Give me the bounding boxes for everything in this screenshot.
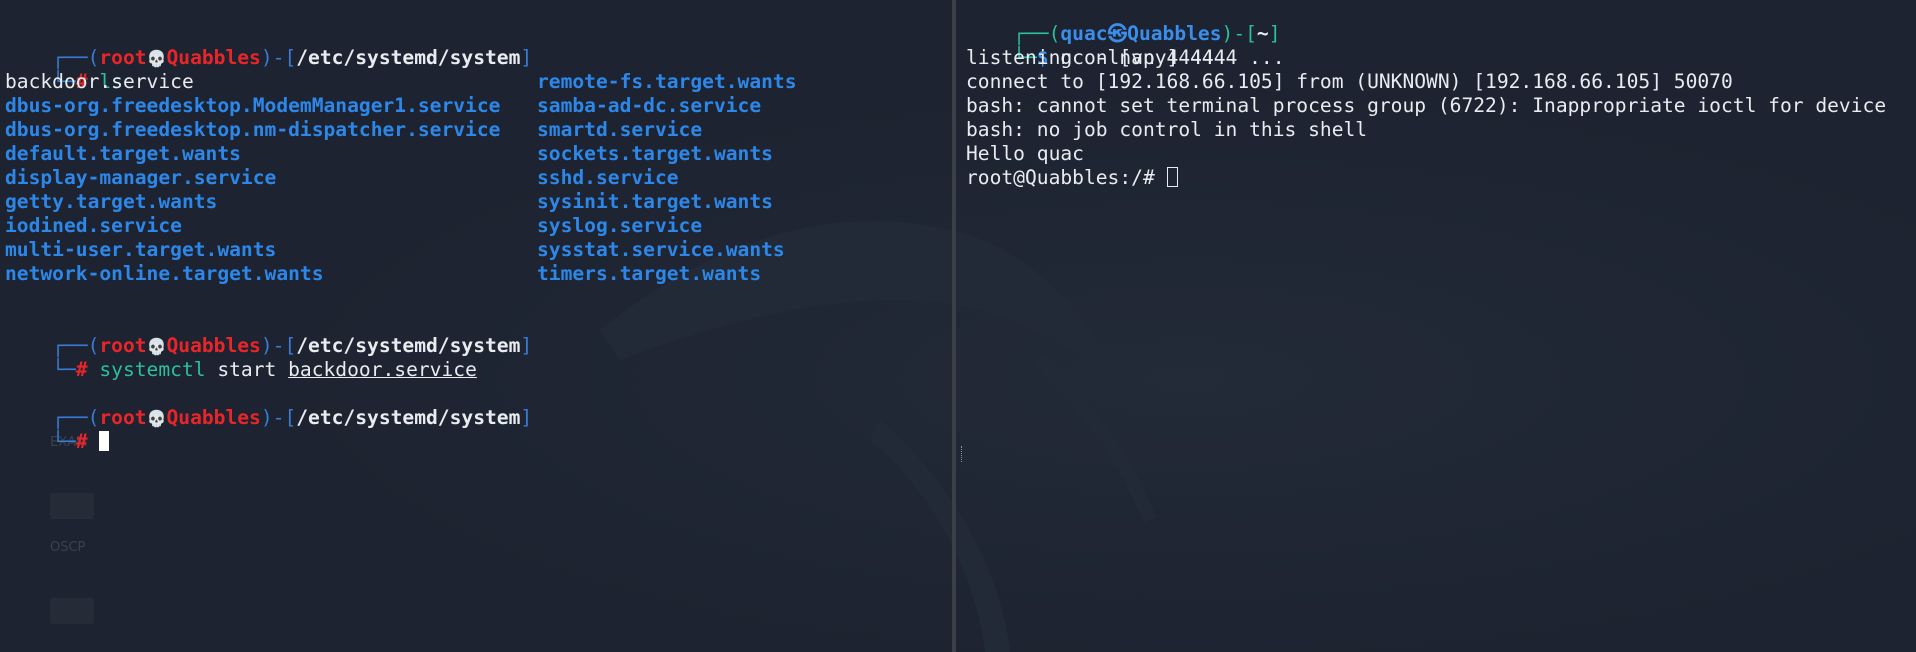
prompt-frame: ] bbox=[520, 334, 533, 357]
ls-entry-dir: syslog.service bbox=[537, 214, 703, 237]
text-cursor bbox=[1166, 167, 1178, 187]
ls-entry-dir: dbus-org.freedesktop.ModemManager1.servi… bbox=[5, 94, 501, 117]
ls-entry-dir: smartd.service bbox=[537, 118, 703, 141]
command-verb: start bbox=[217, 358, 277, 381]
ls-entry: iodined.service syslog.service bbox=[5, 214, 702, 238]
ls-entry-dir: samba-ad-dc.service bbox=[537, 94, 762, 117]
skull-icon: 💀 bbox=[146, 49, 167, 68]
ls-entry-dir: timers.target.wants bbox=[537, 262, 762, 285]
output-line: bash: cannot set terminal process group … bbox=[966, 94, 1887, 117]
ls-entry-dir: sshd.service bbox=[537, 166, 679, 189]
command-line: └─# ls bbox=[5, 46, 123, 93]
right-terminal-pane[interactable]: ┌──(quac㉿Quabbles)-[~] └─$ nc -lnvp 4444… bbox=[956, 0, 1916, 652]
ls-entry: dbus-org.freedesktop.nm-dispatcher.servi… bbox=[5, 118, 702, 142]
ls-entry-dir: display-manager.service bbox=[5, 166, 277, 189]
prompt-line: ┌──(root💀Quabbles)-[/etc/systemd/system] bbox=[5, 310, 532, 357]
prompt-path: /etc/systemd/system bbox=[296, 46, 521, 69]
ls-entry-dir: dbus-org.freedesktop.nm-dispatcher.servi… bbox=[5, 118, 501, 141]
prompt-frame: └─ bbox=[52, 430, 76, 453]
prompt-frame: ] bbox=[520, 406, 533, 429]
ls-entry: backdoor.service remote-fs.target.wants bbox=[5, 70, 797, 94]
prompt-frame: └─ bbox=[52, 358, 76, 381]
ls-entry: display-manager.service sshd.service bbox=[5, 166, 679, 190]
command-line: └─$ nc -lnvp 4444 bbox=[966, 22, 1214, 69]
shell-prompt: root@Quabbles:/# bbox=[966, 166, 1167, 189]
output-line: Hello quac bbox=[966, 142, 1084, 165]
output-line: connect to [192.168.66.105] from (UNKNOW… bbox=[966, 70, 1733, 93]
ls-entry-dir: sysinit.target.wants bbox=[537, 190, 773, 213]
prompt-line: ┌──(quac㉿Quabbles)-[~] bbox=[966, 0, 1280, 45]
ls-entry: network-online.target.wants timers.target… bbox=[5, 262, 761, 286]
command-program: systemctl bbox=[99, 358, 206, 381]
ls-entry: getty.target.wants sysinit.target.wants bbox=[5, 190, 773, 214]
prompt-host: Quabbles bbox=[166, 46, 261, 69]
output-line: listening on [any] 4444 ... bbox=[966, 46, 1285, 69]
skull-icon: 💀 bbox=[146, 409, 167, 428]
shell-prompt-line[interactable]: root@Quabbles:/# bbox=[966, 166, 1178, 190]
prompt-symbol: # bbox=[75, 358, 88, 381]
prompt-line: ┌──(root💀Quabbles)-[/etc/systemd/system] bbox=[5, 22, 532, 69]
ls-entry-file: backdoor.service bbox=[5, 70, 194, 93]
ls-entry-dir: remote-fs.target.wants bbox=[537, 70, 797, 93]
left-terminal-pane[interactable]: ┌──(root💀Quabbles)-[/etc/systemd/system]… bbox=[0, 0, 952, 652]
ls-entry: dbus-org.freedesktop.ModemManager1.servi… bbox=[5, 94, 761, 118]
command-line-active[interactable]: └─# bbox=[5, 406, 110, 453]
command-line: └─# systemctl start backdoor.service bbox=[5, 334, 477, 381]
ls-entry-dir: sockets.target.wants bbox=[537, 142, 773, 165]
prompt-line: ┌──(root💀Quabbles)-[/etc/systemd/system] bbox=[5, 382, 532, 429]
prompt-path: /etc/systemd/system bbox=[296, 406, 521, 429]
output-line: bash: no job control in this shell bbox=[966, 118, 1368, 141]
text-cursor bbox=[99, 431, 110, 451]
ls-entry-dir: network-online.target.wants bbox=[5, 262, 324, 285]
ls-entry-dir: multi-user.target.wants bbox=[5, 238, 277, 261]
prompt-frame: )-[ bbox=[1221, 22, 1257, 45]
ls-entry: multi-user.target.wants sysstat.service.w… bbox=[5, 238, 785, 262]
prompt-frame: ] bbox=[1268, 22, 1281, 45]
ls-entry-dir: sysstat.service.wants bbox=[537, 238, 785, 261]
prompt-path: ~ bbox=[1256, 22, 1269, 45]
command-argument: backdoor.service bbox=[288, 358, 477, 381]
ls-entry-dir: default.target.wants bbox=[5, 142, 241, 165]
ls-entry-dir: getty.target.wants bbox=[5, 190, 218, 213]
prompt-frame: ] bbox=[520, 46, 533, 69]
prompt-host: Quabbles bbox=[166, 406, 261, 429]
prompt-symbol: # bbox=[75, 430, 88, 453]
prompt-frame: )-[ bbox=[260, 406, 297, 429]
prompt-frame: )-[ bbox=[260, 46, 297, 69]
ls-entry: default.target.wants sockets.target.wants bbox=[5, 142, 773, 166]
ls-entry-dir: iodined.service bbox=[5, 214, 182, 237]
